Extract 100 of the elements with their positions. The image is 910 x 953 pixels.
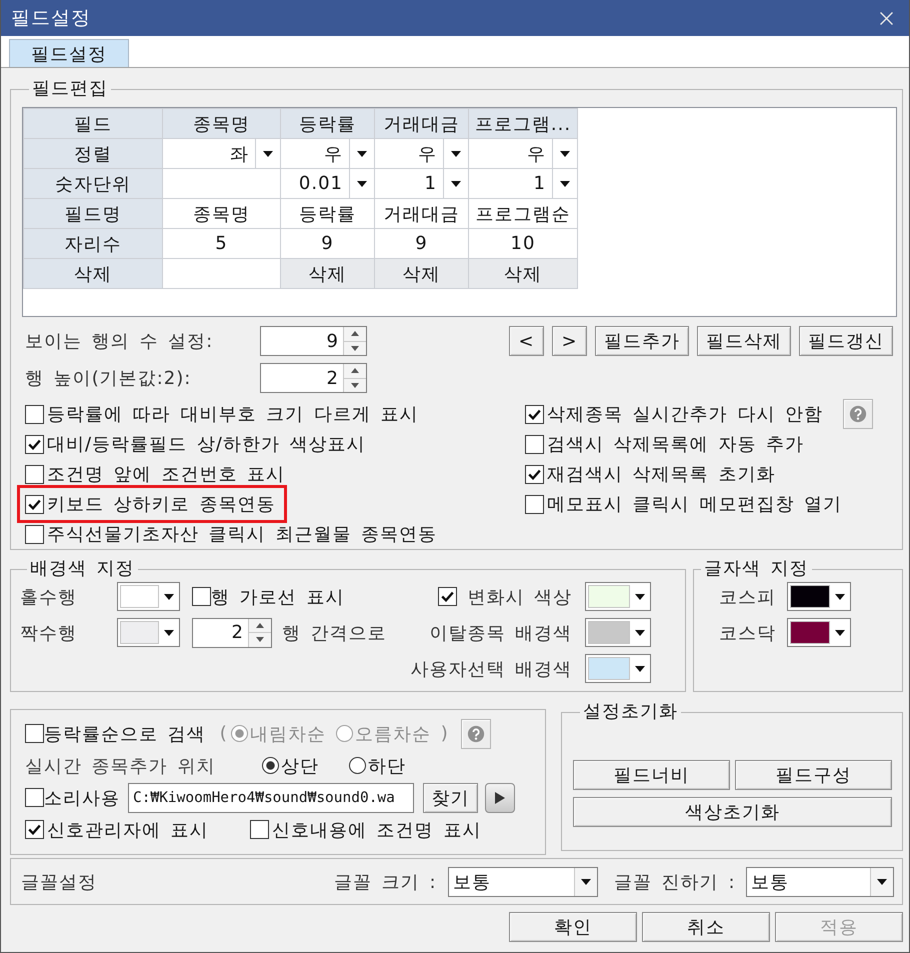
number-field[interactable]: 2 bbox=[192, 618, 272, 648]
previous-button[interactable]: < bbox=[509, 326, 544, 356]
checkbox[interactable] bbox=[525, 494, 544, 514]
checkbox-label[interactable]: 변화시 색상 bbox=[467, 584, 572, 608]
radio-label[interactable]: 상단 bbox=[281, 754, 319, 778]
color-dropdown[interactable] bbox=[585, 582, 651, 611]
reset-button[interactable]: 필드너비 bbox=[573, 760, 730, 790]
dropdown-button[interactable] bbox=[574, 868, 597, 896]
row-label: 짝수행 bbox=[20, 622, 78, 644]
checkbox-label[interactable]: 신호관리자에 표시 bbox=[47, 818, 209, 842]
checkbox[interactable] bbox=[25, 404, 44, 424]
checkbox[interactable] bbox=[25, 464, 44, 484]
delete-button[interactable]: 삭제 bbox=[468, 258, 578, 288]
dropdown-field[interactable]: 우 bbox=[374, 138, 468, 168]
dropdown-field[interactable]: 우 bbox=[280, 138, 374, 168]
checkbox-label[interactable]: 대비/등락률필드 상/하한가 색상표시 bbox=[47, 432, 366, 456]
dropdown-field[interactable]: 1 bbox=[374, 168, 468, 198]
dropdown-field[interactable]: 보통 bbox=[746, 866, 894, 896]
delete-button[interactable]: 삭제 bbox=[280, 258, 374, 288]
checkbox[interactable] bbox=[438, 587, 458, 606]
checkbox-label[interactable]: 등락률에 따라 대비부호 크기 다르게 표시 bbox=[47, 402, 419, 426]
close-button[interactable] bbox=[880, 12, 893, 24]
tab[interactable]: 필드설정 bbox=[9, 39, 129, 67]
dropdown-field[interactable]: 우 bbox=[468, 138, 578, 168]
dropdown-field[interactable]: 보통 bbox=[448, 866, 598, 896]
browse-button[interactable]: 찾기 bbox=[423, 782, 478, 812]
caret-icon bbox=[877, 878, 887, 884]
color-dropdown[interactable] bbox=[585, 654, 651, 683]
group-title: 배경색 지정 bbox=[29, 559, 136, 579]
radio-label[interactable]: 하단 bbox=[368, 754, 406, 778]
checkbox[interactable] bbox=[250, 820, 269, 839]
checkmark-icon bbox=[28, 498, 41, 510]
dropdown-button[interactable] bbox=[870, 868, 893, 896]
row-header: 필드명 bbox=[24, 198, 162, 228]
dropdown-field[interactable]: 좌 bbox=[162, 138, 280, 168]
checkbox[interactable] bbox=[25, 494, 44, 514]
number-field[interactable]: 2 bbox=[260, 363, 367, 393]
checkbox[interactable] bbox=[25, 788, 44, 807]
checkbox[interactable] bbox=[525, 464, 544, 484]
row-label: 홀수행 bbox=[20, 586, 78, 608]
checkbox-label[interactable]: 재검색시 삭제목록 초기화 bbox=[547, 462, 776, 486]
table-cell: 거래대금 bbox=[374, 198, 468, 228]
add-field-button[interactable]: 필드추가 bbox=[595, 326, 689, 356]
checkbox-label[interactable]: 행 가로선 표시 bbox=[211, 584, 344, 608]
number-field[interactable]: 9 bbox=[260, 326, 367, 356]
dropdown-field[interactable]: 1 bbox=[468, 168, 578, 198]
field-label: 실시간 종목추가 위치 bbox=[25, 754, 216, 778]
checkbox[interactable] bbox=[525, 404, 544, 424]
spin-down-button[interactable] bbox=[344, 340, 366, 355]
table-cell: 프로그램순 bbox=[468, 198, 578, 228]
spin-up-button[interactable] bbox=[249, 618, 271, 632]
next-button[interactable]: > bbox=[552, 326, 587, 356]
spin-up-button[interactable] bbox=[344, 327, 366, 340]
dropdown-field[interactable]: 0.01 bbox=[280, 168, 374, 198]
reset-button[interactable]: 필드구성 bbox=[735, 760, 892, 790]
checkbox-label[interactable]: 메모표시 클릭시 메모편집창 열기 bbox=[547, 492, 842, 516]
radio-button[interactable] bbox=[349, 757, 366, 774]
caret-icon bbox=[835, 594, 845, 600]
cancel-button[interactable]: 취소 bbox=[642, 912, 770, 942]
checkbox[interactable] bbox=[25, 724, 44, 743]
help-button[interactable] bbox=[460, 718, 491, 748]
group-title: 글자색 지정 bbox=[703, 559, 810, 579]
refresh-field-button[interactable]: 필드갱신 bbox=[799, 326, 893, 356]
down-arrow-icon bbox=[351, 346, 359, 351]
caret-icon bbox=[635, 594, 645, 600]
color-dropdown[interactable] bbox=[117, 618, 180, 647]
file-path-field[interactable]: C:₩KiwoomHero4₩sound₩sound0.wa bbox=[128, 782, 414, 812]
color-dropdown[interactable] bbox=[787, 618, 851, 647]
ok-button[interactable]: 확인 bbox=[509, 912, 637, 942]
checkbox-label[interactable]: 신호내용에 조건명 표시 bbox=[272, 818, 482, 842]
checkbox-label[interactable]: 등락률순으로 검색 bbox=[44, 722, 206, 746]
delete-field-button[interactable]: 필드삭제 bbox=[697, 326, 791, 356]
color-dropdown[interactable] bbox=[787, 582, 851, 611]
checkbox-label[interactable]: 주식선물기초자산 클릭시 최근월물 종목연동 bbox=[47, 522, 438, 546]
reset-button[interactable]: 색상초기화 bbox=[573, 797, 892, 827]
radio-button[interactable] bbox=[262, 757, 279, 774]
checkbox[interactable] bbox=[25, 524, 44, 544]
checkbox[interactable] bbox=[525, 434, 544, 454]
delete-button[interactable]: 삭제 bbox=[374, 258, 468, 288]
checkbox-label[interactable]: 조건명 앞에 조건번호 표시 bbox=[47, 462, 286, 486]
spin-down-button[interactable] bbox=[344, 378, 366, 392]
spin-down-button[interactable] bbox=[249, 632, 271, 646]
checkbox-label[interactable]: 키보드 상하키로 종목연동 bbox=[47, 492, 276, 516]
play-button[interactable] bbox=[485, 782, 515, 812]
row-header: 자리수 bbox=[24, 228, 162, 258]
caret-icon bbox=[357, 180, 367, 186]
checkbox-label[interactable]: 검색시 삭제목록에 자동 추가 bbox=[547, 432, 804, 456]
checkbox[interactable] bbox=[25, 820, 44, 839]
color-dropdown[interactable] bbox=[117, 582, 180, 611]
window-title: 필드설정 bbox=[11, 6, 91, 31]
checkbox-label[interactable]: 소리사용 bbox=[44, 786, 120, 810]
checkbox[interactable] bbox=[25, 434, 44, 454]
color-dropdown[interactable] bbox=[585, 618, 651, 647]
help-button[interactable] bbox=[843, 399, 873, 429]
checkbox[interactable] bbox=[192, 587, 211, 606]
checkmark-icon bbox=[441, 591, 454, 602]
caret-icon bbox=[357, 150, 367, 156]
checkbox-label[interactable]: 삭제종목 실시간추가 다시 안함 bbox=[547, 402, 824, 426]
field-label: 사용자선택 배경색 bbox=[410, 658, 572, 680]
spin-up-button[interactable] bbox=[344, 364, 366, 378]
